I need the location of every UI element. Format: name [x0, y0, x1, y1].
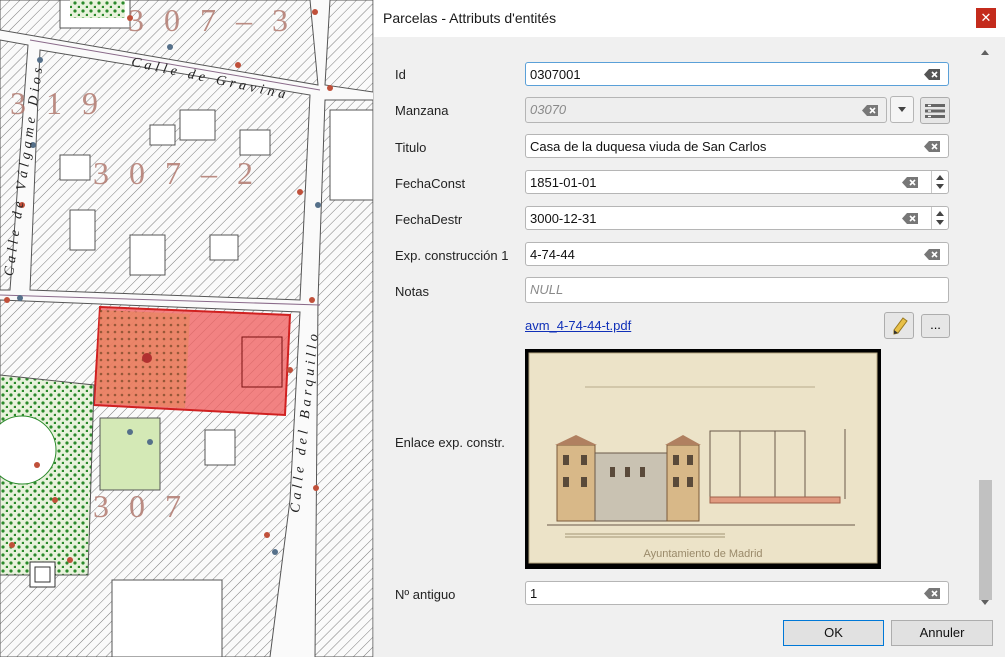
n-antiguo-input[interactable]: 1	[525, 581, 949, 605]
edit-button[interactable]	[884, 312, 914, 339]
pdf-link[interactable]: avm_4-74-44-t.pdf	[525, 318, 631, 333]
clear-icon[interactable]	[862, 105, 878, 116]
block-label: 3 0 7 – 2	[93, 155, 259, 191]
cancel-button[interactable]: Annuler	[891, 620, 993, 646]
block-label: 3 0 7 – 3	[128, 2, 294, 38]
document-preview[interactable]: Ayuntamiento de Madrid	[525, 349, 881, 569]
clear-icon[interactable]	[924, 69, 940, 80]
field-label-fechadestr: FechaDestr	[395, 212, 463, 227]
exp-construccion-input[interactable]: 4-74-44	[525, 242, 949, 266]
notas-value: NULL	[530, 282, 564, 297]
plan-drawing-image: Ayuntamiento de Madrid	[528, 352, 878, 564]
close-button[interactable]: ✕	[976, 8, 996, 28]
pencil-icon	[893, 317, 908, 335]
id-input[interactable]: 0307001	[525, 62, 949, 86]
spin-up-icon[interactable]	[936, 175, 944, 180]
ok-button[interactable]: OK	[783, 620, 884, 646]
fechaconst-value: 1851-01-01	[530, 175, 597, 190]
clear-icon[interactable]	[924, 588, 940, 599]
clear-icon[interactable]	[924, 249, 940, 260]
spin-up-icon[interactable]	[936, 211, 944, 216]
dialog-title: Parcelas - Attributs d'entités	[383, 10, 557, 26]
vertical-scrollbar[interactable]	[977, 44, 994, 616]
titulo-input[interactable]: Casa de la duquesa viuda de San Carlos	[525, 134, 949, 158]
field-label-exp-construccion: Exp. construcción 1	[395, 248, 509, 263]
browse-button[interactable]: ...	[921, 314, 950, 338]
field-label-fechaconst: FechaConst	[395, 176, 466, 191]
manzana-value: 03070	[530, 102, 567, 117]
exp-construccion-value: 4-74-44	[530, 247, 575, 262]
field-label-enlace: Enlace exp. constr.	[395, 435, 505, 450]
title-bar[interactable]: Parcelas - Attributs d'entités ✕	[374, 0, 1005, 37]
feature-attributes-dialog: Parcelas - Attributs d'entités ✕ Id 0307…	[373, 0, 1005, 657]
spin-down-icon[interactable]	[936, 220, 944, 225]
field-label-manzana: Manzana	[395, 103, 449, 118]
field-label-n-antiguo: Nº antiguo	[395, 587, 456, 602]
preview-caption: Ayuntamiento de Madrid	[643, 548, 762, 560]
fechadestr-date-input[interactable]: 3000-12-31	[525, 206, 949, 230]
map-canvas[interactable]: 3 0 7 – 3 3 1 9 3 0 7 – 2 3 0 7 Calle de…	[0, 0, 373, 657]
scrollbar-thumb[interactable]	[979, 480, 992, 600]
titulo-value: Casa de la duquesa viuda de San Carlos	[530, 139, 767, 154]
open-form-button[interactable]	[920, 97, 950, 124]
spin-down-icon[interactable]	[936, 184, 944, 189]
clear-icon[interactable]	[902, 213, 918, 224]
clear-icon[interactable]	[924, 141, 940, 152]
scroll-up-icon[interactable]	[981, 50, 989, 55]
clear-icon[interactable]	[902, 177, 918, 188]
n-antiguo-value: 1	[530, 586, 538, 601]
id-value: 0307001	[530, 67, 581, 82]
field-label-id: Id	[395, 67, 406, 82]
fechadestr-value: 3000-12-31	[530, 211, 597, 226]
manzana-combo[interactable]: 03070	[525, 97, 887, 123]
list-form-icon	[925, 104, 945, 118]
field-label-titulo: Titulo	[395, 140, 427, 155]
date-spinner[interactable]	[931, 171, 949, 193]
chevron-down-icon[interactable]	[890, 96, 914, 123]
date-spinner[interactable]	[931, 207, 949, 229]
block-label: 3 0 7	[93, 488, 187, 524]
notas-input[interactable]: NULL	[525, 277, 949, 303]
fechaconst-date-input[interactable]: 1851-01-01	[525, 170, 949, 194]
scroll-down-icon[interactable]	[981, 600, 989, 605]
field-label-notas: Notas	[395, 284, 429, 299]
